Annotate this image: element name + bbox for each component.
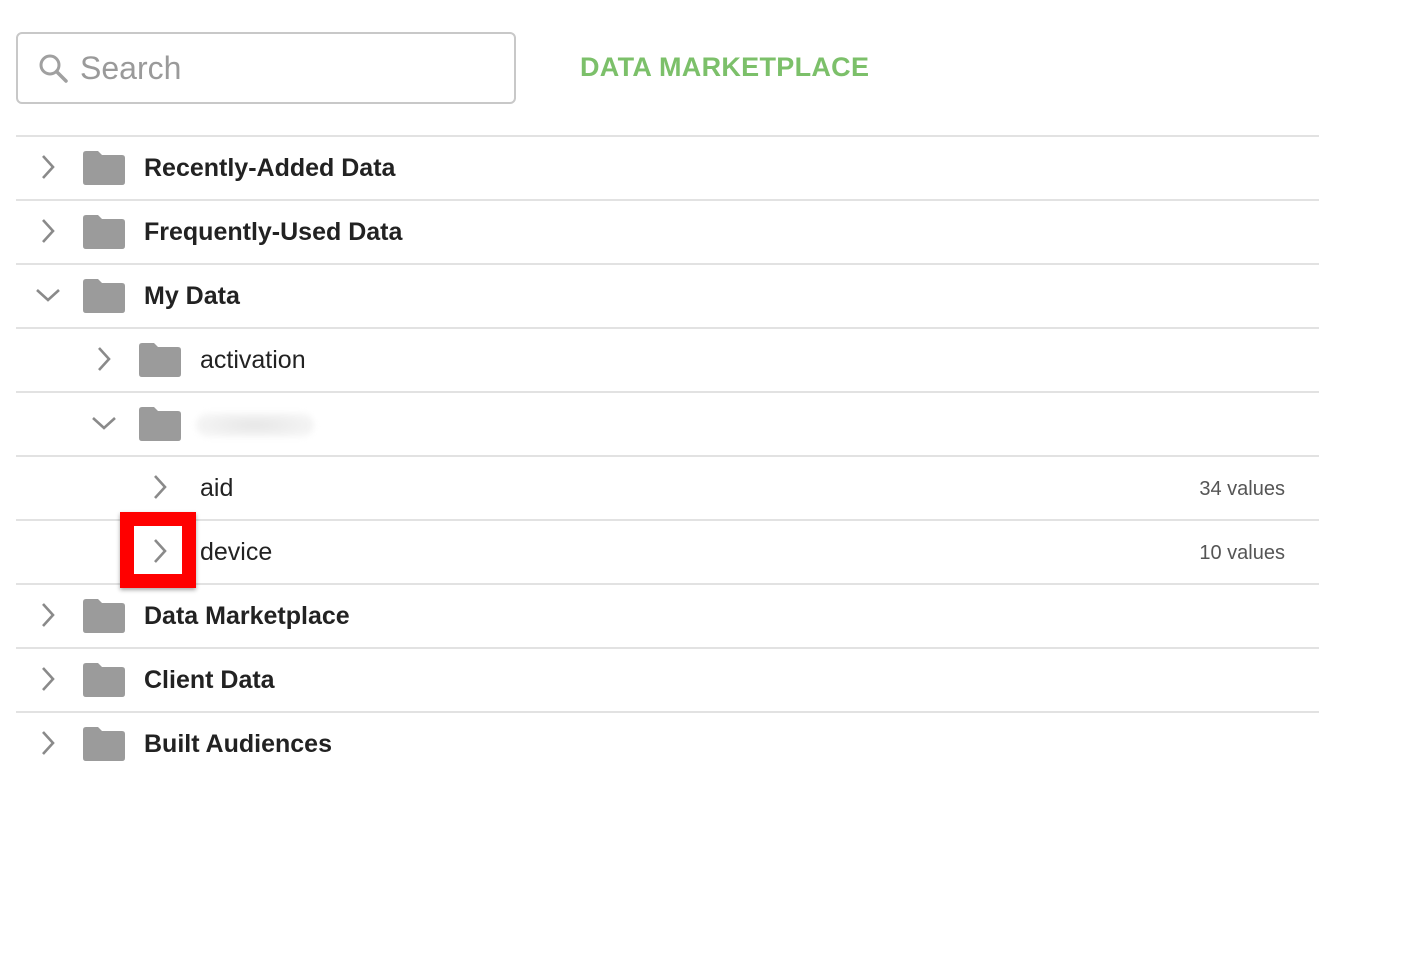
tree-item-label: Frequently-Used Data	[144, 218, 403, 246]
tree-row-aid[interactable]: aid 34 values	[16, 457, 1319, 521]
tree-row-built-audiences[interactable]: Built Audiences	[16, 713, 1319, 777]
tree-row-recently-added[interactable]: Recently-Added Data	[16, 137, 1319, 201]
chevron-right-icon[interactable]	[90, 345, 118, 373]
tree-item-label: Recently-Added Data	[144, 154, 396, 182]
data-tree: Recently-Added Data Frequently-Used Data…	[16, 135, 1319, 777]
tree-row-data-marketplace[interactable]: Data Marketplace	[16, 585, 1319, 649]
tree-row-frequently-used[interactable]: Frequently-Used Data	[16, 201, 1319, 265]
search-box[interactable]	[16, 32, 516, 104]
chevron-right-icon[interactable]	[34, 153, 62, 181]
search-input[interactable]	[80, 49, 480, 87]
folder-icon	[83, 727, 125, 761]
chevron-right-icon[interactable]	[146, 537, 174, 565]
tree-item-label: activation	[200, 346, 306, 374]
chevron-down-icon[interactable]	[34, 281, 62, 309]
tree-item-label: Client Data	[144, 666, 275, 694]
folder-icon	[83, 599, 125, 633]
tree-row-my-data[interactable]: My Data	[16, 265, 1319, 329]
tree-item-label: device	[200, 538, 273, 566]
folder-icon	[139, 407, 181, 441]
folder-icon	[83, 663, 125, 697]
tree-row-device[interactable]: device 10 values	[16, 521, 1319, 585]
chevron-right-icon[interactable]	[146, 473, 174, 501]
tree-row-activation[interactable]: activation	[16, 329, 1319, 393]
tree-row-redacted-folder[interactable]	[16, 393, 1319, 457]
search-icon	[36, 51, 70, 85]
chevron-right-icon[interactable]	[34, 601, 62, 629]
folder-icon	[83, 151, 125, 185]
tree-item-label: Built Audiences	[144, 730, 332, 758]
folder-icon	[139, 343, 181, 377]
value-count: 34 values	[1199, 478, 1285, 500]
chevron-right-icon[interactable]	[34, 217, 62, 245]
tree-item-label: Data Marketplace	[144, 602, 350, 630]
tree-row-client-data[interactable]: Client Data	[16, 649, 1319, 713]
tree-item-label: aid	[200, 474, 234, 502]
folder-icon	[83, 279, 125, 313]
tree-item-label: My Data	[144, 282, 240, 310]
chevron-down-icon[interactable]	[90, 409, 118, 437]
chevron-right-icon[interactable]	[34, 729, 62, 757]
value-count: 10 values	[1199, 542, 1285, 564]
data-marketplace-link[interactable]: DATA MARKETPLACE	[580, 52, 869, 83]
redacted-label	[196, 413, 314, 437]
folder-icon	[83, 215, 125, 249]
chevron-right-icon[interactable]	[34, 665, 62, 693]
